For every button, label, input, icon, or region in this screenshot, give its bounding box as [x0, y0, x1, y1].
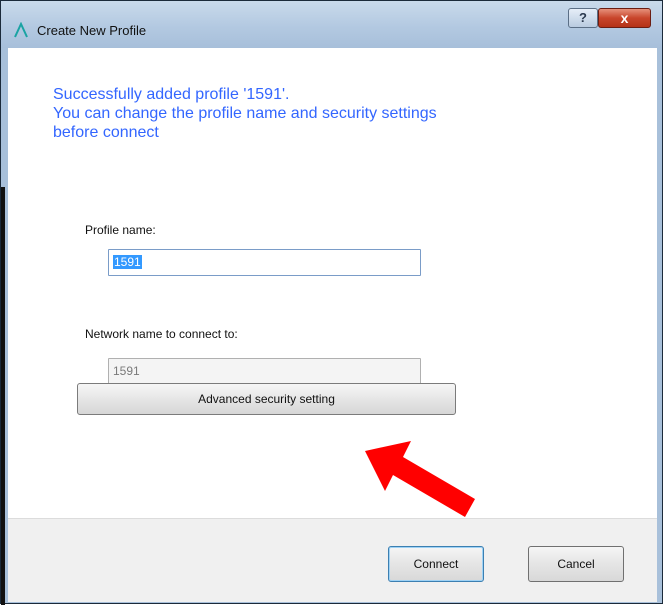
profile-name-value: 1591: [113, 255, 142, 269]
dialog-window: Create New Profile ? x Successfully adde…: [0, 0, 663, 605]
window-edge-shadow: [1, 187, 5, 605]
close-button[interactable]: x: [598, 8, 651, 28]
cancel-button[interactable]: Cancel: [528, 546, 624, 582]
advanced-security-setting-button[interactable]: Advanced security setting: [77, 383, 456, 415]
success-message-line2: You can change the profile name and secu…: [53, 105, 437, 122]
lambda-logo-icon: [14, 22, 28, 38]
red-arrow-icon: [365, 441, 475, 517]
connect-button[interactable]: Connect: [388, 546, 484, 582]
help-button[interactable]: ?: [568, 8, 598, 28]
window-title: Create New Profile: [37, 23, 147, 38]
profile-name-input[interactable]: 1591: [108, 249, 421, 276]
network-name-label: Network name to connect to:: [85, 327, 238, 341]
dialog-content: Successfully added profile '1591'. You c…: [8, 48, 657, 518]
success-message-line3: before connect: [53, 124, 159, 141]
title-bar[interactable]: Create New Profile ? x: [1, 1, 662, 48]
profile-name-label: Profile name:: [85, 223, 156, 237]
network-name-field: 1591: [108, 358, 421, 385]
success-message: Successfully added profile '1591'. You c…: [53, 85, 613, 142]
network-name-value: 1591: [113, 364, 140, 378]
dialog-footer: Connect Cancel: [8, 518, 657, 602]
success-message-line1: Successfully added profile '1591'.: [53, 86, 290, 103]
